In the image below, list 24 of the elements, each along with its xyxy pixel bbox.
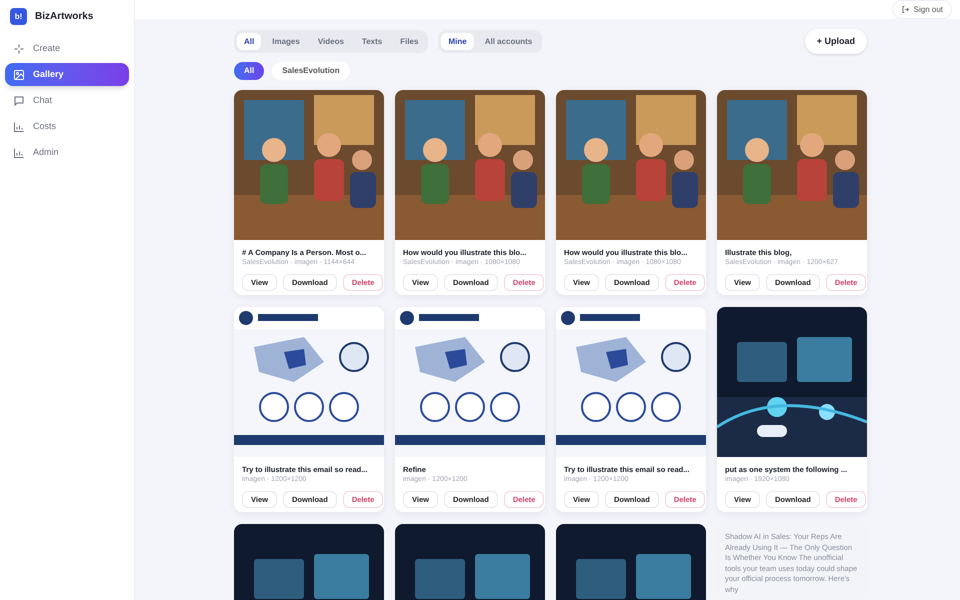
sidebar-item[interactable]: Admin: [5, 141, 129, 164]
sidebar-item[interactable]: Create: [5, 37, 129, 60]
account-chip[interactable]: All: [234, 62, 264, 80]
type-tab[interactable]: Files: [393, 33, 426, 50]
app-name: BizArtworks: [35, 10, 94, 24]
upload-button[interactable]: + Upload: [804, 29, 867, 54]
app-logo: b!: [10, 8, 27, 25]
type-tab[interactable]: Videos: [310, 33, 351, 50]
chart-icon: [13, 120, 25, 132]
chart-icon: [13, 146, 25, 158]
type-tab[interactable]: All: [237, 33, 262, 50]
account-chip[interactable]: SalesEvolution: [272, 62, 350, 80]
owner-tab[interactable]: Mine: [441, 33, 474, 50]
sidebar-item[interactable]: Gallery: [5, 63, 129, 86]
sign-out-button[interactable]: Sign out: [892, 0, 952, 19]
sign-out-icon: [900, 5, 910, 14]
owner-tab[interactable]: All accounts: [478, 33, 540, 50]
chat-icon: [13, 94, 25, 106]
sparkle-icon: [13, 42, 25, 54]
image-icon: [13, 68, 25, 80]
type-tab[interactable]: Images: [265, 33, 307, 50]
sidebar-item[interactable]: Chat: [5, 89, 129, 112]
type-tab[interactable]: Texts: [354, 33, 390, 50]
sidebar-item[interactable]: Costs: [5, 115, 129, 138]
